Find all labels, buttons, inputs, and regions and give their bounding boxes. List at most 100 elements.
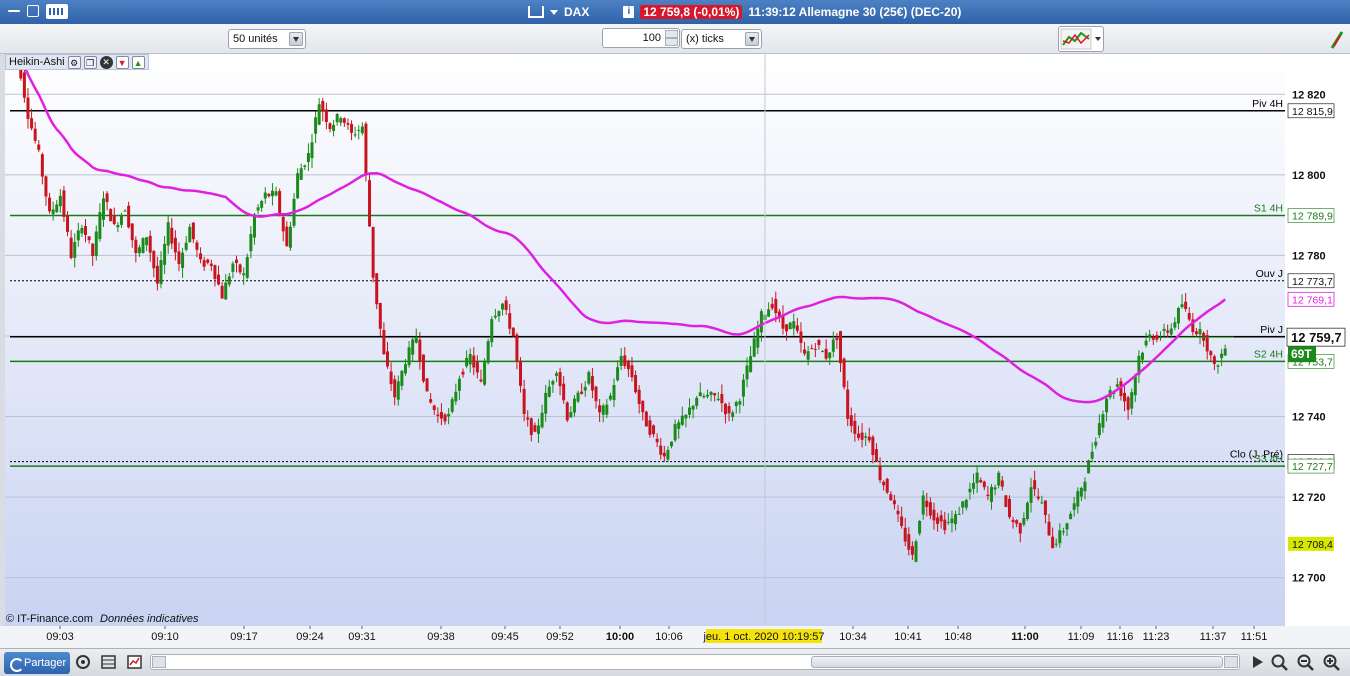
candle-body — [648, 420, 652, 435]
candle-body — [957, 513, 961, 515]
zoom-fit-icon[interactable] — [1270, 653, 1288, 671]
candle-body — [436, 414, 440, 416]
candle-body — [1090, 451, 1094, 459]
time-scrollbar[interactable] — [150, 654, 1240, 670]
candle-body — [324, 109, 328, 123]
candle-body — [1198, 329, 1202, 335]
candle-body — [842, 358, 846, 388]
level-name: Ouv J — [1256, 268, 1283, 280]
units-select[interactable]: 50 unités — [228, 29, 306, 49]
scroll-left-icon[interactable] — [152, 656, 166, 668]
candle-body — [1079, 487, 1083, 497]
settings-sliders-icon[interactable] — [74, 653, 92, 671]
x-tick-label: 09:45 — [491, 631, 519, 643]
candle-body — [1018, 523, 1022, 534]
candle-body — [368, 180, 372, 227]
chart-canvas[interactable]: 12 70012 72012 74012 76012 78012 80012 8… — [0, 54, 1350, 648]
info-icon[interactable]: i — [623, 6, 635, 18]
arrow-up-icon[interactable]: ▲ — [131, 55, 145, 69]
candle-body — [55, 204, 59, 213]
scroll-thumb[interactable] — [811, 656, 1223, 668]
zoom-in-icon[interactable] — [1322, 653, 1340, 671]
spin-down-icon[interactable] — [665, 38, 678, 46]
share-button[interactable]: Partager — [4, 652, 70, 674]
dropdown-caret-icon[interactable] — [550, 9, 558, 15]
candle-body — [1209, 351, 1213, 356]
window-titlebar: DAX i 12 759,8 (-0,01%) 11:39:12 Allemag… — [0, 0, 1350, 24]
candle-body — [792, 321, 796, 329]
chart-window-icon[interactable] — [126, 653, 144, 671]
candle-body — [821, 351, 825, 353]
price-change-badge: 12 759,8 (-0,01%) — [640, 5, 743, 19]
candle-body — [619, 356, 623, 366]
candle-body — [1130, 392, 1134, 409]
candle-body — [558, 372, 562, 387]
candle-body — [896, 510, 900, 515]
chevron-down-icon[interactable] — [745, 32, 759, 46]
candle-body — [386, 351, 389, 367]
candle-body — [1097, 423, 1101, 436]
chart-type-button[interactable] — [1058, 26, 1104, 52]
zoom-out-icon[interactable] — [1296, 653, 1314, 671]
candle-body — [1022, 518, 1026, 525]
candle-body — [544, 392, 548, 414]
price-chart[interactable]: 12 70012 72012 74012 76012 78012 80012 8… — [0, 54, 1350, 648]
drawing-tools-icon[interactable] — [1328, 26, 1346, 52]
candle-body — [263, 192, 267, 199]
candle-body — [1158, 337, 1162, 339]
indicator-bar: Heikin-Ashi ⚙ ❐ ✕ ▼ ▲ — [5, 54, 149, 70]
candle-body — [630, 365, 634, 378]
candle-body — [972, 482, 976, 489]
candle-body — [936, 517, 940, 524]
candle-body — [882, 481, 886, 486]
candle-body — [227, 276, 231, 285]
candle-body — [371, 226, 375, 278]
minimize-icon[interactable] — [8, 10, 20, 12]
candle-body — [526, 417, 530, 420]
candle-body — [260, 201, 264, 208]
table-icon[interactable] — [100, 653, 118, 671]
close-icon[interactable]: ✕ — [99, 55, 113, 69]
level-value-label: 12 773,7 — [1292, 276, 1333, 288]
spin-up-icon[interactable] — [665, 30, 678, 38]
play-icon[interactable] — [1248, 653, 1266, 671]
candle-body — [695, 397, 699, 406]
candle-body — [22, 72, 26, 98]
candle-body — [501, 303, 505, 310]
candle-body — [270, 190, 274, 197]
candle-body — [414, 337, 418, 343]
x-tick-label: 11:00 — [1011, 631, 1039, 643]
chart-selector-icon[interactable] — [528, 6, 544, 18]
candle-body — [1069, 513, 1073, 520]
restore-icon[interactable] — [27, 5, 39, 17]
candle-body — [727, 406, 731, 414]
scroll-right-icon[interactable] — [1224, 656, 1238, 668]
period-unit-select[interactable]: (x) ticks — [681, 29, 762, 49]
plot-background — [5, 54, 1285, 626]
candle-body — [702, 395, 706, 398]
candle-body — [1105, 398, 1109, 413]
candle-body — [756, 328, 760, 348]
candle-body — [806, 351, 810, 360]
candle-body — [188, 226, 192, 243]
keyboard-icon[interactable] — [46, 4, 68, 19]
candle-body — [235, 259, 238, 263]
x-tick-label: 09:03 — [46, 631, 74, 643]
candle-body — [684, 414, 688, 419]
candle-body — [429, 399, 433, 403]
candle-body — [195, 242, 199, 250]
candle-body — [576, 392, 580, 402]
period-value-input[interactable]: 100 — [602, 28, 680, 48]
candle-body — [112, 216, 116, 224]
candle-body — [98, 212, 102, 240]
candle-body — [1015, 520, 1019, 524]
candle-body — [1220, 353, 1224, 359]
indicator-name: Heikin-Ashi — [9, 56, 65, 68]
wrench-icon[interactable]: ⚙ — [67, 55, 81, 69]
chevron-down-icon[interactable] — [289, 32, 303, 46]
candle-body — [1036, 496, 1040, 499]
candle-body — [918, 520, 922, 534]
arrow-down-icon[interactable]: ▼ — [115, 55, 129, 69]
candle-body — [637, 389, 641, 405]
windows-icon[interactable]: ❐ — [83, 55, 97, 69]
